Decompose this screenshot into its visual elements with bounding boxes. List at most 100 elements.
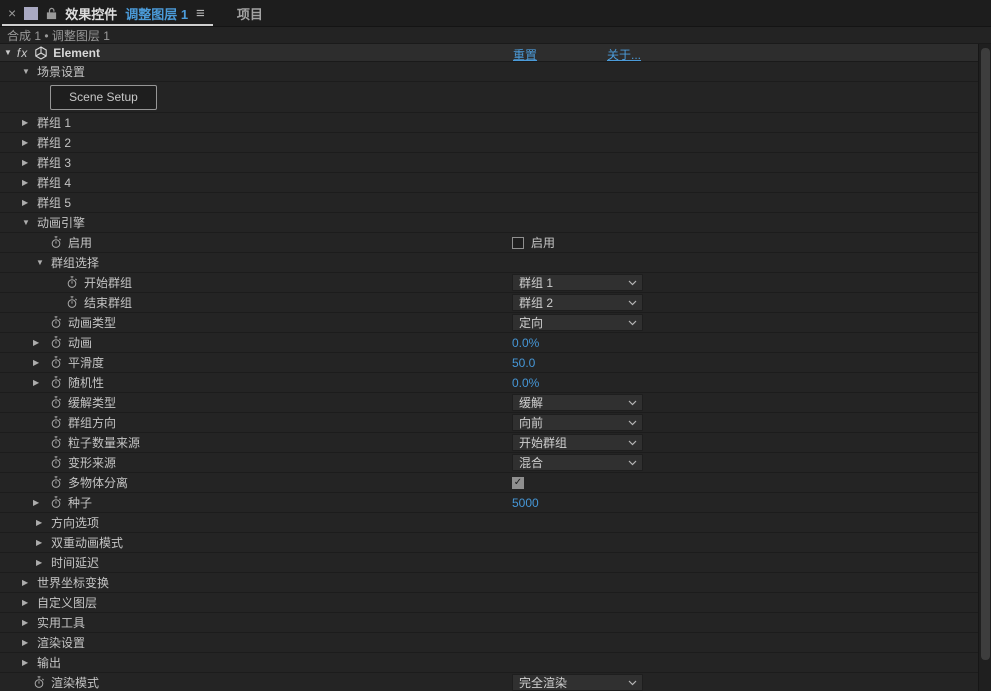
dropdown[interactable]: 向前: [512, 414, 643, 431]
param-label: 平滑度: [68, 354, 104, 371]
scene-setup-button[interactable]: Scene Setup: [50, 85, 157, 110]
chevron-down-icon: [628, 280, 637, 286]
effect-header: ▼ fx Element 重置 关于...: [0, 44, 978, 62]
dropdown[interactable]: 群组 1: [512, 274, 643, 291]
param-row: 启用启用: [0, 233, 978, 253]
disclosure-triangle[interactable]: ▶: [22, 118, 33, 127]
stopwatch-icon[interactable]: [50, 476, 62, 489]
rows: ▼场景设置Scene Setup▶群组 1▶群组 2▶群组 3▶群组 4▶群组 …: [0, 62, 978, 691]
disclosure-triangle[interactable]: ▶: [33, 378, 50, 387]
scrollbar[interactable]: [978, 44, 991, 691]
group-row: ▼ 群组选择: [0, 253, 978, 273]
stopwatch-icon[interactable]: [50, 356, 62, 369]
disclosure-triangle[interactable]: ▶: [22, 598, 33, 607]
dropdown-value: 向前: [519, 414, 543, 431]
dropdown[interactable]: 定向: [512, 314, 643, 331]
disclosure-triangle[interactable]: ▼: [22, 218, 33, 227]
param-row: 开始群组 群组 1: [0, 273, 978, 293]
disclosure-triangle[interactable]: ▶: [36, 558, 47, 567]
disclosure-triangle[interactable]: ▶: [22, 138, 33, 147]
param-row: 缓解类型缓解: [0, 393, 978, 413]
group-row: ▼场景设置: [0, 62, 978, 82]
group-row: ▶ 时间延迟: [0, 553, 978, 573]
group-label: 群组 3: [37, 154, 71, 171]
param-label: 开始群组: [84, 274, 132, 291]
param-row: 动画类型 定向: [0, 313, 978, 333]
chevron-down-icon: [628, 320, 637, 326]
group-label: 输出: [37, 654, 61, 671]
param-label: 种子: [68, 494, 92, 511]
disclosure-triangle[interactable]: ▼: [22, 67, 33, 76]
close-icon[interactable]: ×: [8, 6, 16, 20]
tab-project[interactable]: 项目: [237, 4, 263, 23]
param-row: ▶ 平滑度 50.0: [0, 353, 978, 373]
disclosure-triangle[interactable]: ▶: [36, 538, 47, 547]
disclosure-triangle[interactable]: ▶: [33, 498, 50, 507]
stopwatch-icon[interactable]: [50, 436, 62, 449]
disclosure-triangle[interactable]: ▶: [22, 618, 33, 627]
param-value[interactable]: 0.0%: [512, 376, 539, 390]
about-link[interactable]: 关于...: [607, 46, 641, 63]
chevron-down-icon: [628, 400, 637, 406]
dropdown-value: 缓解: [519, 394, 543, 411]
breadcrumb: 合成 1 • 调整图层 1: [0, 27, 991, 44]
disclosure-triangle[interactable]: ▶: [22, 178, 33, 187]
dropdown[interactable]: 完全渲染: [512, 674, 643, 691]
fx-badge-icon[interactable]: fx: [17, 46, 28, 60]
group-label: 群组选择: [51, 254, 99, 271]
param-row: 结束群组 群组 2: [0, 293, 978, 313]
stopwatch-icon[interactable]: [66, 276, 78, 289]
stopwatch-icon[interactable]: [66, 296, 78, 309]
stopwatch-icon[interactable]: [50, 416, 62, 429]
group-label: 时间延迟: [51, 554, 99, 571]
checkbox[interactable]: [512, 237, 524, 249]
stopwatch-icon[interactable]: [33, 676, 45, 689]
param-label: 动画类型: [68, 314, 116, 331]
param-row: 变形来源混合: [0, 453, 978, 473]
reset-link[interactable]: 重置: [513, 46, 537, 63]
param-label: 结束群组: [84, 294, 132, 311]
disclosure-triangle[interactable]: ▶: [22, 658, 33, 667]
dropdown[interactable]: 群组 2: [512, 294, 643, 311]
param-row: 渲染模式完全渲染: [0, 673, 978, 691]
disclosure-triangle[interactable]: ▶: [22, 198, 33, 207]
dropdown[interactable]: 缓解: [512, 394, 643, 411]
stopwatch-icon[interactable]: [50, 396, 62, 409]
disclosure-triangle[interactable]: ▶: [33, 358, 50, 367]
effect-name[interactable]: Element: [53, 46, 100, 60]
group-label: 群组 4: [37, 174, 71, 191]
stopwatch-icon[interactable]: [50, 456, 62, 469]
disclosure-triangle[interactable]: ▶: [22, 638, 33, 647]
chevron-down-icon: [628, 680, 637, 686]
group-row: ▶群组 1: [0, 113, 978, 133]
stopwatch-icon[interactable]: [50, 376, 62, 389]
param-row: ▶动画0.0%: [0, 333, 978, 353]
lock-icon[interactable]: [46, 7, 57, 20]
panel-menu-icon[interactable]: ≡: [196, 6, 205, 21]
stopwatch-icon[interactable]: [50, 496, 62, 509]
dropdown[interactable]: 开始群组: [512, 434, 643, 451]
scrollbar-thumb[interactable]: [981, 48, 990, 660]
disclosure-triangle[interactable]: ▶: [22, 158, 33, 167]
tab-effect-controls[interactable]: × 效果控件 调整图层 1 ≡: [0, 0, 215, 26]
param-value[interactable]: 0.0%: [512, 336, 539, 350]
panel-tab-bar: × 效果控件 调整图层 1 ≡ 项目: [0, 0, 991, 27]
param-row: 群组方向向前: [0, 413, 978, 433]
param-value[interactable]: 50.0: [512, 356, 535, 370]
param-value[interactable]: 5000: [512, 496, 539, 510]
checkbox[interactable]: ✓: [512, 477, 524, 489]
group-row: ▶实用工具: [0, 613, 978, 633]
group-row: ▶世界坐标变换: [0, 573, 978, 593]
stopwatch-icon[interactable]: [50, 336, 62, 349]
disclosure-triangle[interactable]: ▼: [4, 48, 12, 57]
stopwatch-icon[interactable]: [50, 316, 62, 329]
disclosure-triangle[interactable]: ▶: [36, 518, 47, 527]
stopwatch-icon[interactable]: [50, 236, 62, 249]
disclosure-triangle[interactable]: ▶: [33, 338, 50, 347]
disclosure-triangle[interactable]: ▶: [22, 578, 33, 587]
dropdown[interactable]: 混合: [512, 454, 643, 471]
param-label: 粒子数量来源: [68, 434, 140, 451]
group-label: 方向选项: [51, 514, 99, 531]
disclosure-triangle[interactable]: ▼: [36, 258, 47, 267]
group-label: 渲染设置: [37, 634, 85, 651]
